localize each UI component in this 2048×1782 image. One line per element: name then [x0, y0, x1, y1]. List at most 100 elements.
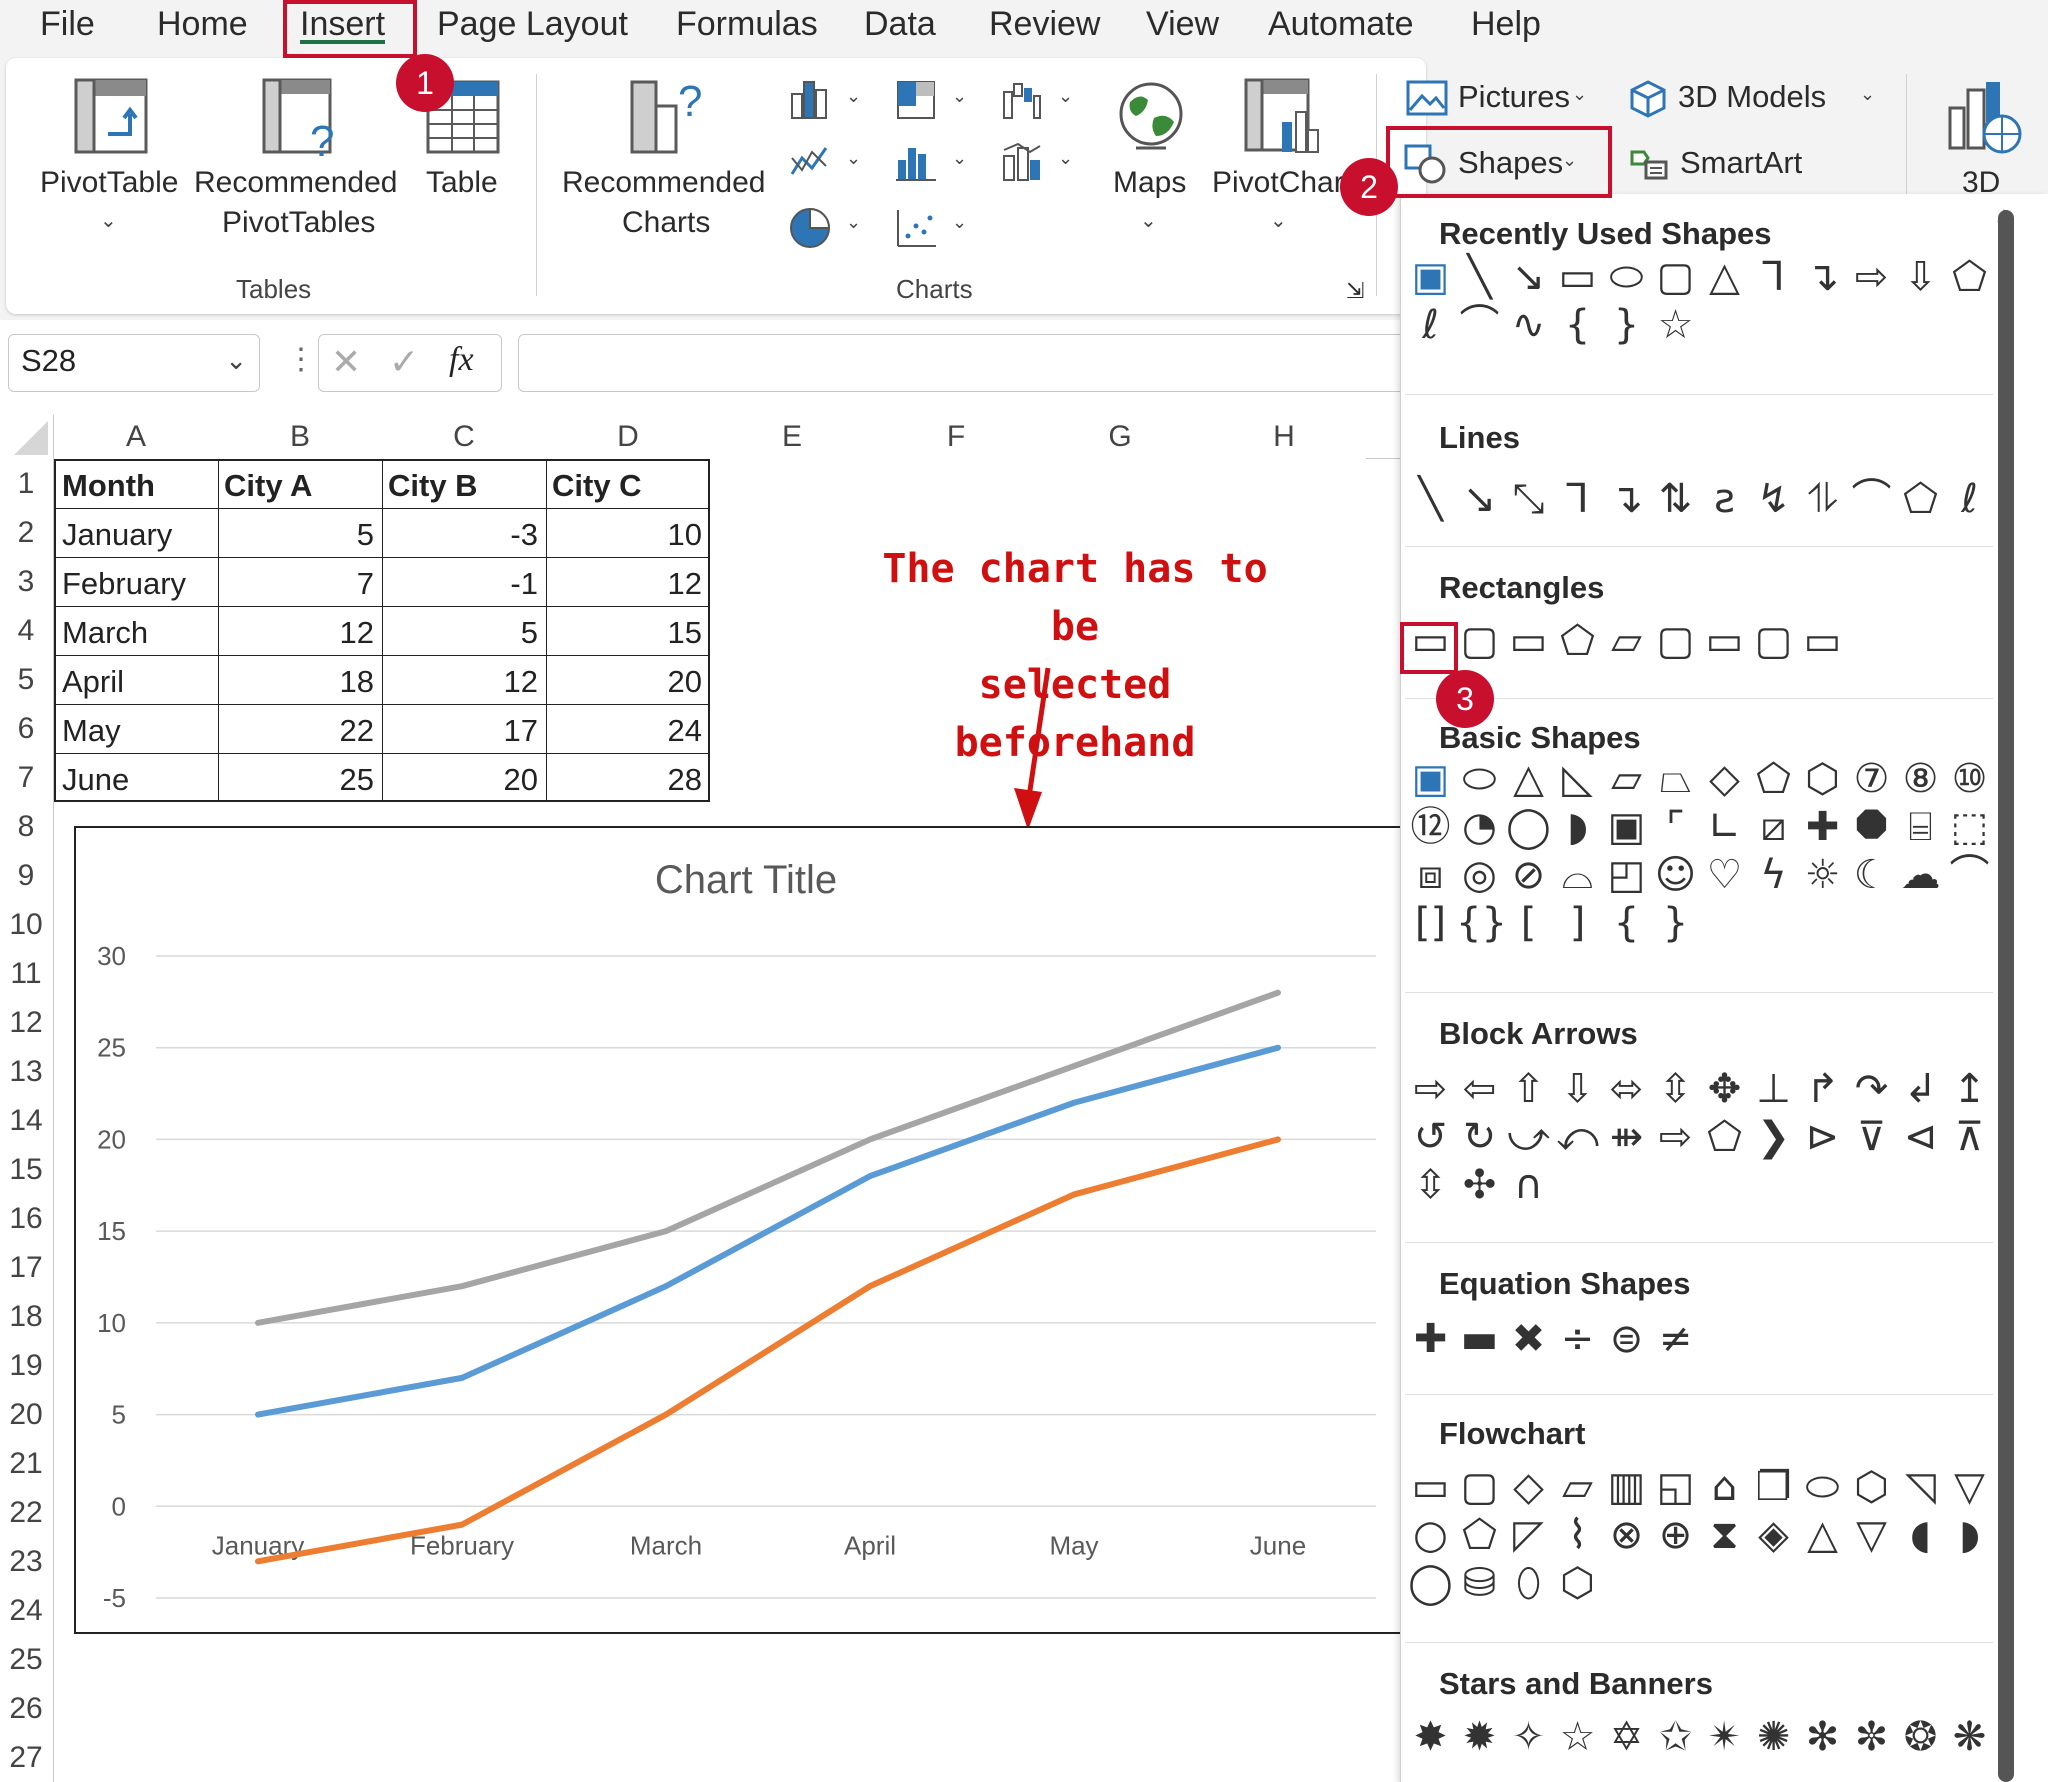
menu-help[interactable]: Help: [1471, 4, 1541, 44]
menu-page-layout[interactable]: Page Layout: [437, 4, 628, 44]
table-cell[interactable]: 12: [552, 559, 702, 608]
pivotchart-chevron-icon[interactable]: ⌄: [1270, 208, 1287, 233]
division-icon[interactable]: ÷: [1554, 1316, 1601, 1362]
moon-icon[interactable]: ☾: [1848, 852, 1895, 898]
arrow-line-icon[interactable]: ↘: [1505, 254, 1552, 300]
select-all-corner[interactable]: [0, 415, 54, 459]
maps-chevron-icon[interactable]: ⌄: [1140, 208, 1157, 233]
sort-icon[interactable]: ◈: [1750, 1512, 1797, 1558]
cancel-icon[interactable]: ✕: [331, 341, 361, 383]
donut-icon[interactable]: ◎: [1456, 852, 1503, 898]
table-cell[interactable]: March: [62, 608, 210, 657]
round-same-side-icon[interactable]: ▢: [1750, 618, 1797, 664]
round-diagonal-icon[interactable]: ▭: [1799, 618, 1846, 664]
oval-icon[interactable]: ⬭: [1603, 254, 1650, 300]
punched-tape-icon[interactable]: ⌇: [1554, 1512, 1601, 1558]
elbow-double-arrow-icon[interactable]: ⇅: [1652, 476, 1699, 522]
row-header[interactable]: 6: [0, 704, 52, 753]
row-header[interactable]: 7: [0, 753, 52, 802]
double-arrow-line-icon[interactable]: ⤡: [1505, 476, 1552, 522]
table-cell[interactable]: 22: [224, 706, 374, 755]
table-header-cell[interactable]: City A: [224, 461, 374, 510]
menu-data[interactable]: Data: [864, 4, 936, 44]
star-7-point-icon[interactable]: ✩: [1652, 1714, 1699, 1760]
table-cell[interactable]: February: [62, 559, 210, 608]
col-header-g[interactable]: G: [1038, 415, 1202, 459]
left-arrow-icon[interactable]: ⇦: [1456, 1066, 1503, 1112]
table-header-cell[interactable]: Month: [62, 461, 210, 510]
col-header-h[interactable]: H: [1202, 415, 1366, 459]
row-header[interactable]: 22: [0, 1488, 52, 1537]
teardrop-icon[interactable]: ◯: [1505, 804, 1552, 850]
striped-right-arrow-icon[interactable]: ⇻: [1603, 1114, 1650, 1160]
chevron-icon[interactable]: ❯: [1750, 1114, 1797, 1160]
row-header[interactable]: 1: [0, 459, 52, 508]
connector-icon[interactable]: ○: [1407, 1512, 1454, 1558]
maps-label[interactable]: Maps: [1113, 164, 1186, 202]
col-header-f[interactable]: F: [874, 415, 1038, 459]
star-4-point-icon[interactable]: ✧: [1505, 1714, 1552, 1760]
table-cell[interactable]: 25: [224, 755, 374, 804]
pictures-label[interactable]: Pictures: [1458, 78, 1570, 116]
cloud-icon[interactable]: ☁: [1897, 852, 1944, 898]
row-header[interactable]: 25: [0, 1635, 52, 1684]
menu-automate[interactable]: Automate: [1268, 4, 1414, 44]
quad-arrow-callout-icon[interactable]: ✣: [1456, 1162, 1503, 1208]
snip-diagonal-icon[interactable]: ▱: [1603, 618, 1650, 664]
enter-icon[interactable]: ✓: [389, 341, 419, 383]
curved-left-arrow-icon[interactable]: ↻: [1456, 1114, 1503, 1160]
scatter-chart-icon[interactable]: [894, 206, 938, 250]
line-chart[interactable]: 30 25 20 15 10 5 0 -5 January February March April M…: [74, 826, 1434, 1634]
charts-dialog-launcher-icon[interactable]: ⇲: [1346, 272, 1364, 310]
dropdown-scrollbar[interactable]: [1998, 210, 2014, 1782]
plus-icon[interactable]: ✚: [1407, 1316, 1454, 1362]
menu-view[interactable]: View: [1146, 4, 1219, 44]
scatter-chart-chevron-icon[interactable]: ⌄: [952, 212, 967, 233]
recommended-pivottables-label-2[interactable]: PivotTables: [222, 204, 375, 242]
combo-chart-chevron-icon[interactable]: ⌄: [1058, 148, 1073, 169]
left-right-up-arrow-icon[interactable]: ⊥: [1750, 1066, 1797, 1112]
table-cell[interactable]: 12: [224, 608, 374, 657]
left-brace-icon[interactable]: {: [1554, 302, 1601, 348]
col-header-e[interactable]: E: [710, 415, 874, 459]
table-cell[interactable]: -3: [388, 510, 538, 559]
row-header[interactable]: 21: [0, 1439, 52, 1488]
data-icon[interactable]: ▱: [1554, 1464, 1601, 1510]
menu-file[interactable]: File: [40, 4, 95, 44]
col-header-c[interactable]: C: [382, 415, 546, 459]
delay-icon[interactable]: ◗: [1946, 1512, 1993, 1558]
left-right-arrow-icon[interactable]: ⬄: [1603, 1066, 1650, 1112]
table-header-cell[interactable]: City C: [552, 461, 702, 510]
waterfall-chart-chevron-icon[interactable]: ⌄: [1058, 86, 1073, 107]
document-icon[interactable]: ⌂: [1701, 1464, 1748, 1510]
pivottable-chevron-icon[interactable]: ⌄: [100, 208, 117, 233]
pie-icon[interactable]: ◔: [1456, 804, 1503, 850]
dodecagon-icon[interactable]: ⑫: [1407, 804, 1454, 850]
pentagon-arrow-icon[interactable]: ⬠: [1701, 1114, 1748, 1160]
menu-home[interactable]: Home: [157, 4, 248, 44]
equal-icon[interactable]: ⊜: [1603, 1316, 1650, 1362]
elbow-arrow-icon[interactable]: ↴: [1799, 254, 1846, 300]
table-cell[interactable]: 18: [224, 657, 374, 706]
merge-icon[interactable]: ▽: [1848, 1512, 1895, 1558]
star-icon[interactable]: ☆: [1652, 302, 1699, 348]
waterfall-chart-icon[interactable]: [1000, 78, 1044, 122]
terminator-icon[interactable]: ⬭: [1799, 1464, 1846, 1510]
oval-icon[interactable]: ⬭: [1456, 756, 1503, 802]
row-header[interactable]: 2: [0, 508, 52, 557]
recommended-pivottables-icon[interactable]: ?: [262, 78, 342, 160]
up-arrow-icon[interactable]: ⇧: [1505, 1066, 1552, 1112]
manual-operation-icon[interactable]: ▽: [1946, 1464, 1993, 1510]
insert-function-icon[interactable]: fx: [449, 341, 474, 379]
star-10-point-icon[interactable]: ✺: [1750, 1714, 1797, 1760]
snip-rectangle-icon[interactable]: ⬠: [1946, 254, 1993, 300]
plaque-icon[interactable]: ⯃: [1848, 804, 1895, 850]
heart-icon[interactable]: ♡: [1701, 852, 1748, 898]
star-16-point-icon[interactable]: ✼: [1848, 1714, 1895, 1760]
scribble-icon[interactable]: ℓ: [1946, 476, 1993, 522]
table-cell[interactable]: 12: [388, 657, 538, 706]
recommended-charts-label-2[interactable]: Charts: [622, 204, 710, 242]
manual-input-icon[interactable]: ◹: [1897, 1464, 1944, 1510]
notched-right-arrow-icon[interactable]: ⇨: [1652, 1114, 1699, 1160]
card-icon[interactable]: ◸: [1505, 1512, 1552, 1558]
